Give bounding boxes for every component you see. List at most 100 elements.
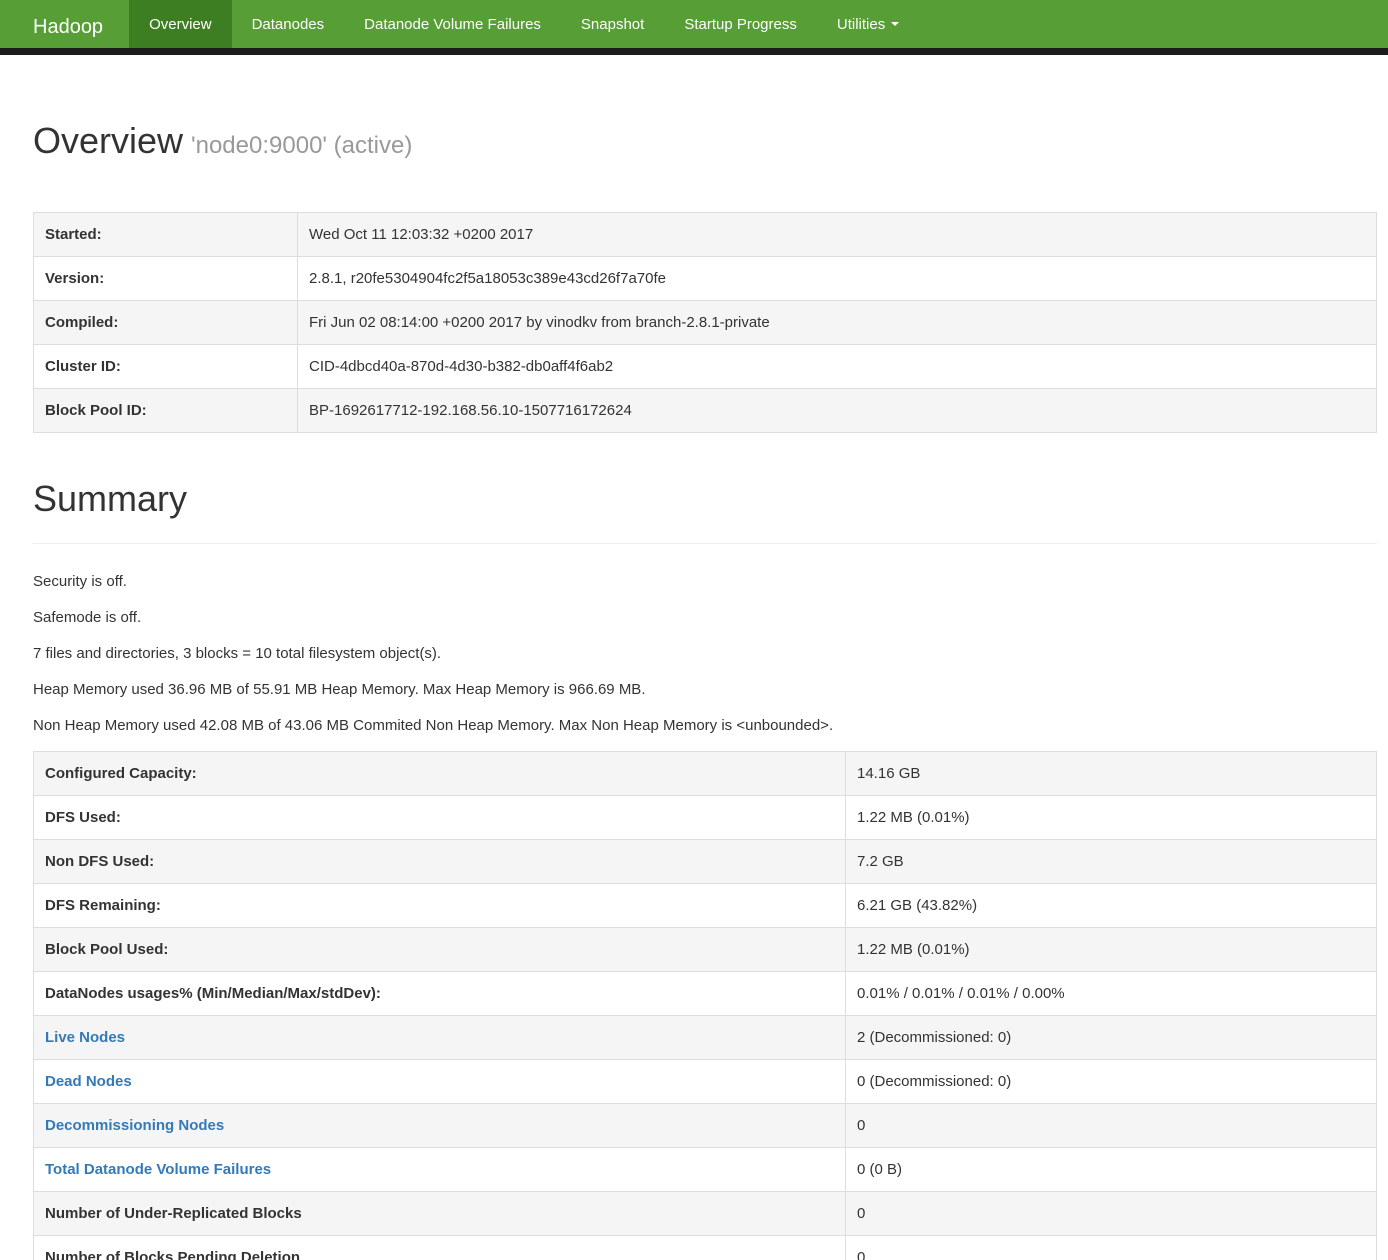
row-label: Non DFS Used: (34, 840, 846, 884)
namenode-address: 'node0:9000' (active) (191, 132, 412, 159)
row-value: 0 (Decommissioned: 0) (846, 1060, 1377, 1104)
row-label: Block Pool Used: (34, 928, 846, 972)
row-label-text[interactable]: Decommissioning Nodes (45, 1117, 224, 1134)
summary-line: 7 files and directories, 3 blocks = 10 t… (33, 643, 1377, 664)
row-value: CID-4dbcd40a-870d-4d30-b382-db0aff4f6ab2 (298, 344, 1377, 388)
table-row: Block Pool ID: BP-1692617712-192.168.56.… (34, 388, 1377, 432)
row-label-text: Configured Capacity: (45, 765, 197, 782)
row-value: 14.16 GB (846, 752, 1377, 796)
row-value: Wed Oct 11 12:03:32 +0200 2017 (298, 212, 1377, 256)
row-value: Fri Jun 02 08:14:00 +0200 2017 by vinodk… (298, 300, 1377, 344)
summary-line: Non Heap Memory used 42.08 MB of 43.06 M… (33, 715, 1377, 736)
page-content: Overview 'node0:9000' (active) Started: W… (0, 121, 1388, 1260)
row-value: 7.2 GB (846, 840, 1377, 884)
table-row: Block Pool Used: 1.22 MB (0.01%) (34, 928, 1377, 972)
row-label: DFS Used: (34, 796, 846, 840)
table-row: Number of Blocks Pending Deletion 0 (34, 1236, 1377, 1260)
row-value: 0 (846, 1236, 1377, 1260)
row-value: 6.21 GB (43.82%) (846, 884, 1377, 928)
nav-item[interactable]: Utilities (817, 0, 919, 48)
row-label: Number of Under-Replicated Blocks (34, 1192, 846, 1236)
row-value: 2 (Decommissioned: 0) (846, 1016, 1377, 1060)
row-label-text: Started: (45, 226, 102, 243)
summary-line: Safemode is off. (33, 607, 1377, 628)
chevron-down-icon (891, 22, 899, 26)
row-value: BP-1692617712-192.168.56.10-150771617262… (298, 388, 1377, 432)
page-title: Overview 'node0:9000' (active) (33, 121, 1377, 161)
page-title-text: Overview (33, 120, 183, 161)
row-value: 2.8.1, r20fe5304904fc2f5a18053c389e43cd2… (298, 256, 1377, 300)
divider (33, 543, 1377, 544)
summary-table: Configured Capacity: 14.16 GB DFS Used: … (33, 751, 1377, 1260)
row-label-text: Block Pool Used: (45, 941, 168, 958)
row-label-text: DFS Used: (45, 809, 121, 826)
table-row: Configured Capacity: 14.16 GB (34, 752, 1377, 796)
nav-item-label: Datanodes (252, 16, 325, 33)
row-label: Dead Nodes (34, 1060, 846, 1104)
row-label: Block Pool ID: (34, 388, 298, 432)
table-row: Total Datanode Volume Failures 0 (0 B) (34, 1148, 1377, 1192)
row-label-text[interactable]: Dead Nodes (45, 1073, 132, 1090)
table-row: Non DFS Used: 7.2 GB (34, 840, 1377, 884)
nav-item[interactable]: Datanode Volume Failures (344, 0, 561, 48)
row-value: 0 (0 B) (846, 1148, 1377, 1192)
row-label: Cluster ID: (34, 344, 298, 388)
table-row: DataNodes usages% (Min/Median/Max/stdDev… (34, 972, 1377, 1016)
row-label-text[interactable]: Total Datanode Volume Failures (45, 1161, 271, 1178)
nav-item[interactable]: Overview (129, 0, 232, 48)
table-row: Dead Nodes 0 (Decommissioned: 0) (34, 1060, 1377, 1104)
table-row: DFS Used: 1.22 MB (0.01%) (34, 796, 1377, 840)
row-value: 0 (846, 1104, 1377, 1148)
row-label: DataNodes usages% (Min/Median/Max/stdDev… (34, 972, 846, 1016)
table-row: Cluster ID: CID-4dbcd40a-870d-4d30-b382-… (34, 344, 1377, 388)
row-value: 0 (846, 1192, 1377, 1236)
table-row: Number of Under-Replicated Blocks 0 (34, 1192, 1377, 1236)
row-label: Compiled: (34, 300, 298, 344)
row-label: Version: (34, 256, 298, 300)
top-navbar: Hadoop Overview Datanodes Datanode Volum… (0, 0, 1388, 55)
overview-table: Started: Wed Oct 11 12:03:32 +0200 2017 … (33, 212, 1377, 433)
table-row: Decommissioning Nodes 0 (34, 1104, 1377, 1148)
row-value: 1.22 MB (0.01%) (846, 928, 1377, 972)
navbar-menu: Overview Datanodes Datanode Volume Failu… (129, 0, 919, 48)
summary-title: Summary (33, 479, 1377, 519)
row-label-text: Non DFS Used: (45, 853, 154, 870)
navbar-brand: Hadoop (0, 0, 129, 48)
nav-item-label: Utilities (837, 16, 885, 33)
row-label-text: DataNodes usages% (Min/Median/Max/stdDev… (45, 985, 381, 1002)
row-label: Number of Blocks Pending Deletion (34, 1236, 846, 1260)
table-row: Live Nodes 2 (Decommissioned: 0) (34, 1016, 1377, 1060)
summary-table-body: Configured Capacity: 14.16 GB DFS Used: … (34, 752, 1377, 1260)
row-label: Configured Capacity: (34, 752, 846, 796)
overview-table-body: Started: Wed Oct 11 12:03:32 +0200 2017 … (34, 212, 1377, 432)
table-row: DFS Remaining: 6.21 GB (43.82%) (34, 884, 1377, 928)
row-label-text: Block Pool ID: (45, 402, 147, 419)
table-row: Version: 2.8.1, r20fe5304904fc2f5a18053c… (34, 256, 1377, 300)
nav-item-label: Startup Progress (684, 16, 797, 33)
nav-item[interactable]: Datanodes (232, 0, 345, 48)
row-label-text: Compiled: (45, 314, 118, 331)
row-label-text: Version: (45, 270, 104, 287)
nav-item-label: Overview (149, 16, 212, 33)
row-label-text: Number of Blocks Pending Deletion (45, 1249, 300, 1260)
row-label: Live Nodes (34, 1016, 846, 1060)
table-row: Started: Wed Oct 11 12:03:32 +0200 2017 (34, 212, 1377, 256)
nav-item-label: Snapshot (581, 16, 644, 33)
row-value: 1.22 MB (0.01%) (846, 796, 1377, 840)
row-label: Started: (34, 212, 298, 256)
row-label-text: DFS Remaining: (45, 897, 161, 914)
summary-paragraphs: Security is off. Safemode is off. 7 file… (33, 571, 1377, 736)
row-label-text[interactable]: Live Nodes (45, 1029, 125, 1046)
row-label: DFS Remaining: (34, 884, 846, 928)
nav-item[interactable]: Snapshot (561, 0, 664, 48)
nav-item-label: Datanode Volume Failures (364, 16, 541, 33)
row-value: 0.01% / 0.01% / 0.01% / 0.00% (846, 972, 1377, 1016)
nav-item[interactable]: Startup Progress (664, 0, 817, 48)
row-label: Decommissioning Nodes (34, 1104, 846, 1148)
table-row: Compiled: Fri Jun 02 08:14:00 +0200 2017… (34, 300, 1377, 344)
summary-line: Security is off. (33, 571, 1377, 592)
row-label-text: Number of Under-Replicated Blocks (45, 1205, 302, 1222)
summary-line: Heap Memory used 36.96 MB of 55.91 MB He… (33, 679, 1377, 700)
row-label: Total Datanode Volume Failures (34, 1148, 846, 1192)
row-label-text: Cluster ID: (45, 358, 121, 375)
